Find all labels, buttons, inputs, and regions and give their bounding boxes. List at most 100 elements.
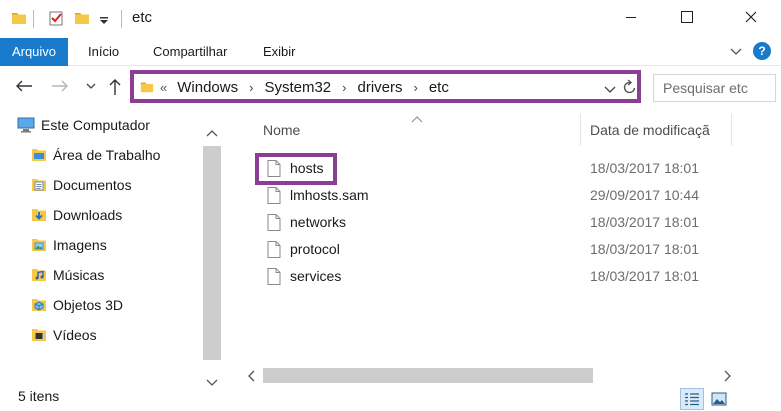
forward-arrow-icon xyxy=(52,80,68,92)
tree-item-documentos[interactable]: Documentos xyxy=(31,171,132,199)
maximize-button[interactable] xyxy=(664,0,710,34)
tree-item-label: Documentos xyxy=(53,177,132,193)
tree-item-label: Músicas xyxy=(53,267,105,283)
minimize-icon xyxy=(626,17,636,18)
filelist-horizontal-scrollbar[interactable] xyxy=(243,364,740,386)
folder-icon xyxy=(140,80,154,97)
file-name: networks xyxy=(290,214,347,230)
navpane-scrollbar[interactable] xyxy=(201,118,223,390)
navigation-pane: Este Computador Área de Trabalho Documen… xyxy=(0,110,226,388)
tab-inicio[interactable]: Início xyxy=(88,38,119,66)
up-arrow-icon xyxy=(109,79,121,95)
file-name: services xyxy=(290,268,342,284)
status-bar: 5 itens xyxy=(0,388,781,411)
recent-locations-button[interactable] xyxy=(86,82,96,90)
details-view-button[interactable] xyxy=(680,388,704,410)
breadcrumb-windows[interactable]: Windows xyxy=(177,79,238,96)
file-date: 18/03/2017 18:01 xyxy=(590,160,699,176)
breadcrumb-overflow[interactable]: « xyxy=(160,80,167,95)
details-view-icon xyxy=(685,393,699,406)
tree-item-area-de-trabalho[interactable]: Área de Trabalho xyxy=(31,141,160,169)
file-date: 18/03/2017 18:01 xyxy=(590,214,699,230)
file-date: 29/09/2017 10:44 xyxy=(590,187,699,203)
file-row[interactable]: services 18/03/2017 18:01 xyxy=(253,265,733,289)
close-button[interactable] xyxy=(728,0,774,34)
scroll-right-icon[interactable] xyxy=(724,369,732,385)
chevron-right-icon[interactable]: › xyxy=(342,80,346,95)
tree-item-label: Este Computador xyxy=(41,117,150,133)
expand-ribbon-icon[interactable] xyxy=(728,43,744,62)
tab-compartilhar[interactable]: Compartilhar xyxy=(153,38,227,66)
scroll-up-icon[interactable] xyxy=(206,124,218,140)
tree-item-label: Objetos 3D xyxy=(53,297,124,313)
breadcrumb: « Windows › System32 › drivers › etc xyxy=(160,79,449,96)
file-row[interactable]: lmhosts.sam 29/09/2017 10:44 xyxy=(253,184,733,208)
chevron-down-icon xyxy=(86,83,96,89)
item-count: 5 itens xyxy=(18,388,60,404)
tree-item-musicas[interactable]: Músicas xyxy=(31,261,104,289)
new-folder-icon[interactable] xyxy=(74,10,90,29)
file-icon xyxy=(267,268,281,288)
file-icon xyxy=(267,187,281,207)
navigation-bar: « Windows › System32 › drivers › etc Pes… xyxy=(0,66,781,110)
tree-item-este-computador[interactable]: Este Computador xyxy=(17,111,150,139)
chevron-right-icon[interactable]: › xyxy=(414,80,418,95)
tree-item-label: Downloads xyxy=(53,207,123,223)
back-button[interactable] xyxy=(14,78,34,94)
address-dropdown-icon[interactable] xyxy=(604,81,616,97)
address-bar[interactable]: « Windows › System32 › drivers › etc xyxy=(130,70,641,103)
refresh-icon[interactable] xyxy=(623,79,637,98)
breadcrumb-system32[interactable]: System32 xyxy=(264,79,331,96)
ribbon: Arquivo Início Compartilhar Exibir ? xyxy=(0,38,781,66)
file-list: Nome Data de modificaçã hosts 18/03/2017… xyxy=(243,110,781,388)
file-row[interactable]: protocol 18/03/2017 18:01 xyxy=(253,238,733,262)
file-date: 18/03/2017 18:01 xyxy=(590,268,699,284)
sort-ascending-icon xyxy=(411,110,423,126)
breadcrumb-drivers[interactable]: drivers xyxy=(357,79,402,96)
tree-item-objetos-3d[interactable]: Objetos 3D xyxy=(31,291,123,319)
folder-icon xyxy=(11,10,27,29)
file-icon xyxy=(267,241,281,261)
downloads-folder-icon xyxy=(32,209,46,221)
up-button[interactable] xyxy=(107,78,123,96)
tree-item-label: Área de Trabalho xyxy=(53,147,161,163)
search-box[interactable]: Pesquisar etc xyxy=(653,74,776,102)
search-input[interactable]: Pesquisar etc xyxy=(663,80,748,96)
chevron-right-icon[interactable]: › xyxy=(249,80,253,95)
music-folder-icon xyxy=(32,269,46,281)
maximize-icon xyxy=(681,11,693,23)
file-row[interactable]: networks 18/03/2017 18:01 xyxy=(253,211,733,235)
column-header-name[interactable]: Nome xyxy=(263,122,300,138)
tab-arquivo[interactable]: Arquivo xyxy=(0,38,68,66)
quick-access-dropdown-icon[interactable] xyxy=(99,13,109,29)
file-name: lmhosts.sam xyxy=(290,187,369,203)
scrollbar-thumb[interactable] xyxy=(263,368,593,383)
breadcrumb-etc[interactable]: etc xyxy=(429,79,449,96)
properties-icon[interactable] xyxy=(48,10,64,29)
tree-item-videos[interactable]: Vídeos xyxy=(31,321,97,349)
highlight-box xyxy=(255,153,337,185)
tree-item-imagens[interactable]: Imagens xyxy=(31,231,107,259)
tree-item-downloads[interactable]: Downloads xyxy=(31,201,122,229)
close-icon xyxy=(745,11,757,23)
desktop-folder-icon xyxy=(32,149,46,161)
scroll-left-icon[interactable] xyxy=(247,369,255,385)
file-icon xyxy=(267,214,281,234)
file-name: protocol xyxy=(290,241,340,257)
back-arrow-icon xyxy=(16,80,32,92)
minimize-button[interactable] xyxy=(608,0,654,34)
tree-item-label: Vídeos xyxy=(53,327,97,343)
title-bar: etc xyxy=(0,0,781,38)
tab-exibir[interactable]: Exibir xyxy=(263,38,296,66)
help-icon[interactable]: ? xyxy=(753,42,771,60)
window-title: etc xyxy=(132,9,153,26)
column-header-date[interactable]: Data de modificaçã xyxy=(590,122,710,138)
tree-item-label: Imagens xyxy=(53,237,107,253)
computer-icon xyxy=(17,117,35,133)
large-icons-view-icon xyxy=(711,392,727,406)
documents-folder-icon xyxy=(32,179,46,191)
3d-objects-folder-icon xyxy=(32,299,46,311)
scrollbar-thumb[interactable] xyxy=(203,146,221,360)
forward-button[interactable] xyxy=(50,78,70,94)
large-icons-view-button[interactable] xyxy=(707,388,731,410)
